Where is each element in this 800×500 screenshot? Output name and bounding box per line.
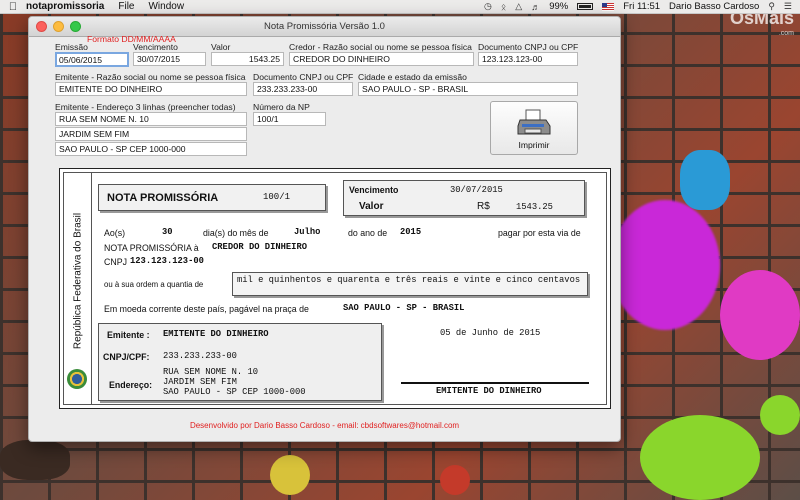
cpf-label: CNPJ/CPF: [103,352,150,362]
signature-name: EMITENTE DO DINHEIRO [436,386,542,396]
menu-bar:  notapromissoria File Window ◷ ᛟ △ ♬ 99… [0,0,800,14]
zoom-button[interactable] [70,21,81,32]
endereco-note-line2: JARDIM SEM FIM [163,377,237,387]
paint-splat [680,150,730,210]
credor-label: Credor - Razão social ou nome se pessoa … [289,42,472,52]
emissao-label: Emissão [55,42,88,52]
menu-window[interactable]: Window [148,1,184,12]
wifi-icon[interactable]: △ [515,1,522,12]
print-button-label: Imprimir [518,140,550,150]
credor-doc-label: Documento CNPJ ou CPF [478,42,579,52]
endereco-line1-field[interactable] [55,112,247,126]
emitente-box: Emitente : EMITENTE DO DINHEIRO CNPJ/CPF… [98,323,382,401]
note-title: NOTA PROMISSÓRIA [107,192,219,204]
spotlight-icon[interactable]: ⚲ [768,1,775,12]
endereco-line2-field[interactable] [55,127,247,141]
paint-splat [760,395,800,435]
endereco-note-line3: SAO PAULO - SP CEP 1000-000 [163,387,306,397]
note-number: 100/1 [263,192,291,202]
endereco-note-label: Endereço: [109,380,153,390]
cpf-value: 233.233.233-00 [163,351,237,361]
due-month: Julho [294,227,321,237]
notification-center-icon[interactable]: ☰ [784,1,792,12]
user-name[interactable]: Dario Basso Cardoso [669,1,759,12]
valor-field[interactable] [211,52,284,66]
valor-label: Valor [211,42,231,52]
due-label: Vencimento [349,185,399,195]
credor-doc-field[interactable] [478,52,578,66]
cidade-field[interactable] [358,82,578,96]
app-window: Nota Promissória Versão 1.0 Formato DD/M… [28,16,621,442]
value-amount: 1543.25 [516,202,553,212]
paint-splat [610,200,720,330]
due-year: 2015 [400,227,422,237]
signature-line [401,382,589,384]
menu-file[interactable]: File [118,1,134,12]
close-button[interactable] [36,21,47,32]
due-box: Vencimento 30/07/2015 Valor R$ 1543.25 [343,180,585,216]
amount-words-box: mil e quinhentos e quarenta e três reais… [232,272,588,296]
numero-np-label: Número da NP [253,102,310,112]
paint-splat [0,440,70,480]
volume-icon[interactable]: ♬ [531,2,540,12]
dia-mes-label: dia(s) do mês de [203,228,269,238]
amount-words: mil e quinhentos e quarenta e três reais… [237,275,581,285]
currency-symbol: R$ [477,201,490,212]
coat-of-arms-icon [67,369,87,389]
vencimento-field[interactable] [133,52,206,66]
aos-label: Ao(s) [104,228,126,238]
emitente-doc-label: Documento CNPJ ou CPF [253,72,354,82]
np-a-label: NOTA PROMISSÓRIA à [104,243,199,253]
status-area: ◷ ᛟ △ ♬ 99% Fri 11:51 Dario Basso Cardos… [484,1,800,12]
emissao-field[interactable] [55,52,129,67]
cnpj-value: 123.123.123-00 [130,256,204,266]
promissory-note-preview: República Federativa do Brasil NOTA PROM… [59,168,611,409]
value-label: Valor [359,201,384,212]
endereco-note-line1: RUA SEM NOME N. 10 [163,367,259,377]
watermark: OsMais .com [730,9,794,42]
credor-field[interactable] [289,52,474,66]
app-menu[interactable]: notapromissoria [26,1,104,12]
emitente-label: Emitente - Razão social ou nome se pesso… [55,72,246,82]
developer-credit: Desenvolvido por Dario Basso Cardoso - e… [189,421,460,430]
moeda-label: Em moeda corrente deste país, pagável na… [104,304,309,314]
pagar-label: pagar por esta via de [498,228,581,238]
battery-icon[interactable] [577,3,594,10]
paint-splat [270,455,310,495]
cnpj-label: CNPJ [104,257,127,267]
print-button[interactable]: Imprimir [490,101,578,155]
emitente-doc-field[interactable] [253,82,353,96]
paint-splat [440,465,470,495]
side-text: República Federativa do Brasil [72,212,84,350]
battery-percent: 99% [549,1,569,12]
emitente-box-value: EMITENTE DO DINHEIRO [163,329,269,339]
ordem-label: ou à sua ordem a quantia de [104,280,204,289]
vencimento-label: Vencimento [133,42,178,52]
printer-icon [517,109,551,135]
clock[interactable]: Fri 11:51 [623,1,660,12]
emitente-field[interactable] [55,82,247,96]
credor-name: CREDOR DO DINHEIRO [212,242,308,252]
side-strip: República Federativa do Brasil [64,173,92,404]
endereco-line3-field[interactable] [55,142,247,156]
cidade-label: Cidade e estado da emissão [358,72,467,82]
paint-splat [720,270,800,360]
paint-splat [640,415,760,500]
numero-np-field[interactable] [253,112,326,126]
praca-value: SAO PAULO - SP - BRASIL [343,303,465,313]
time-machine-icon[interactable]: ◷ [484,1,492,12]
window-title: Nota Promissória Versão 1.0 [264,21,385,32]
due-day: 30 [162,227,173,237]
emitente-box-label: Emitente : [107,330,150,340]
watermark-domain: .com [778,30,794,37]
minimize-button[interactable] [53,21,64,32]
issue-date: 05 de Junho de 2015 [440,328,541,338]
ano-label: do ano de [348,228,388,238]
input-source-flag-icon[interactable] [602,2,615,11]
apple-icon[interactable]:  [0,1,26,13]
due-value: 30/07/2015 [450,185,503,195]
bluetooth-icon[interactable]: ᛟ [501,2,506,12]
title-box: NOTA PROMISSÓRIA 100/1 [98,184,326,211]
endereco-label: Emitente - Endereço 3 linhas (preencher … [55,102,236,112]
